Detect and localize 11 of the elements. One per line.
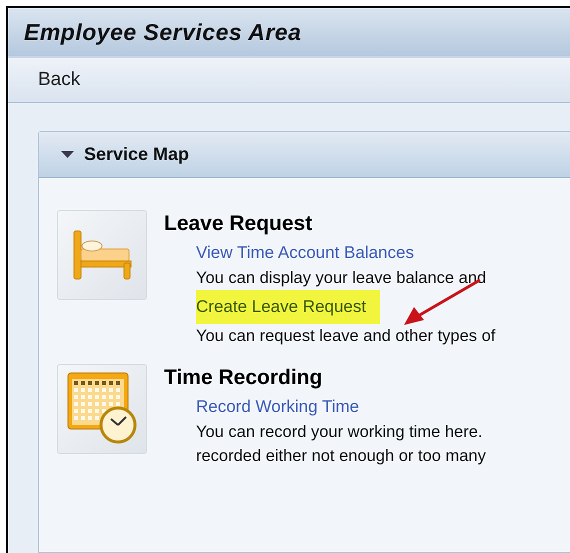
group-title: Leave Request [164,212,314,236]
service-description: You can record your working time here. recorded either not enough or too many [196,422,486,467]
service-link[interactable]: Create Leave Request [196,290,380,324]
service-description: You can request leave and other types of [196,326,496,347]
service-link[interactable]: Record Working Time [196,394,360,420]
bed-icon [72,229,132,281]
back-button[interactable]: Back [38,67,80,93]
window-title: Employee Services Area [24,18,302,46]
panel-title: Service Map [84,144,190,165]
group-title: Time Recording [164,366,324,390]
service-link[interactable]: View Time Account Balances [196,240,414,266]
